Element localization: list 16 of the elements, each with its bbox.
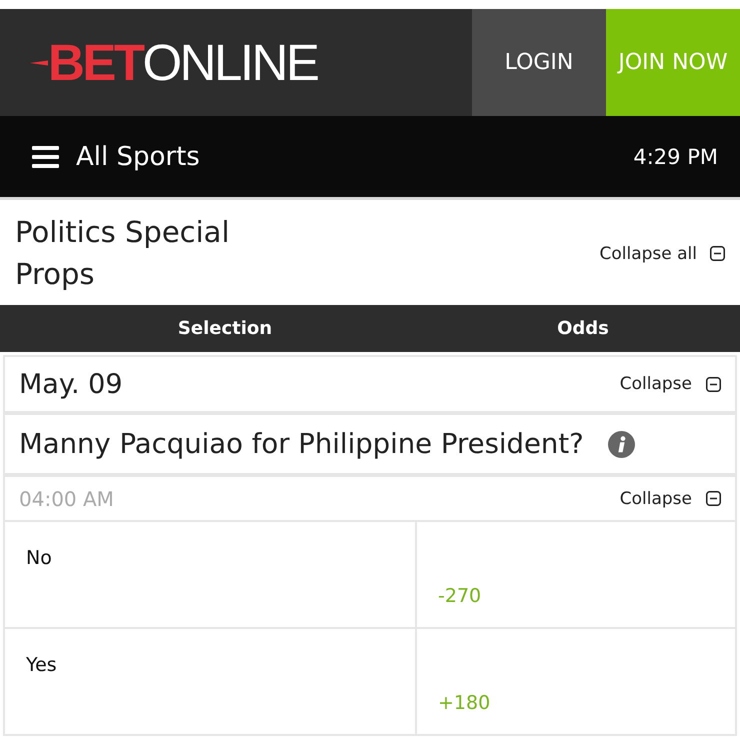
event-time: 04:00 AM — [19, 486, 114, 510]
clock-time: 4:29 PM — [633, 144, 718, 168]
menu-icon — [32, 146, 59, 168]
collapse-all-button[interactable]: Collapse all — [599, 244, 725, 264]
login-button[interactable]: LOGIN — [472, 9, 606, 116]
speed-streak-icon — [30, 60, 48, 66]
event-question: Manny Pacquiao for Philippine President? — [19, 428, 584, 460]
column-header: Odds — [557, 318, 609, 339]
all-sports-menu-button[interactable]: All Sports — [32, 142, 200, 172]
column-header: Selection — [178, 318, 272, 339]
date-heading: May. 09 — [19, 368, 122, 400]
collapse-button[interactable]: Collapse — [620, 374, 721, 394]
page-title: Politics Special Props — [15, 214, 230, 292]
brand-logo[interactable]: BETONLINE — [48, 37, 318, 88]
collapse-button[interactable]: Collapse — [620, 488, 721, 508]
info-icon[interactable] — [608, 430, 635, 458]
